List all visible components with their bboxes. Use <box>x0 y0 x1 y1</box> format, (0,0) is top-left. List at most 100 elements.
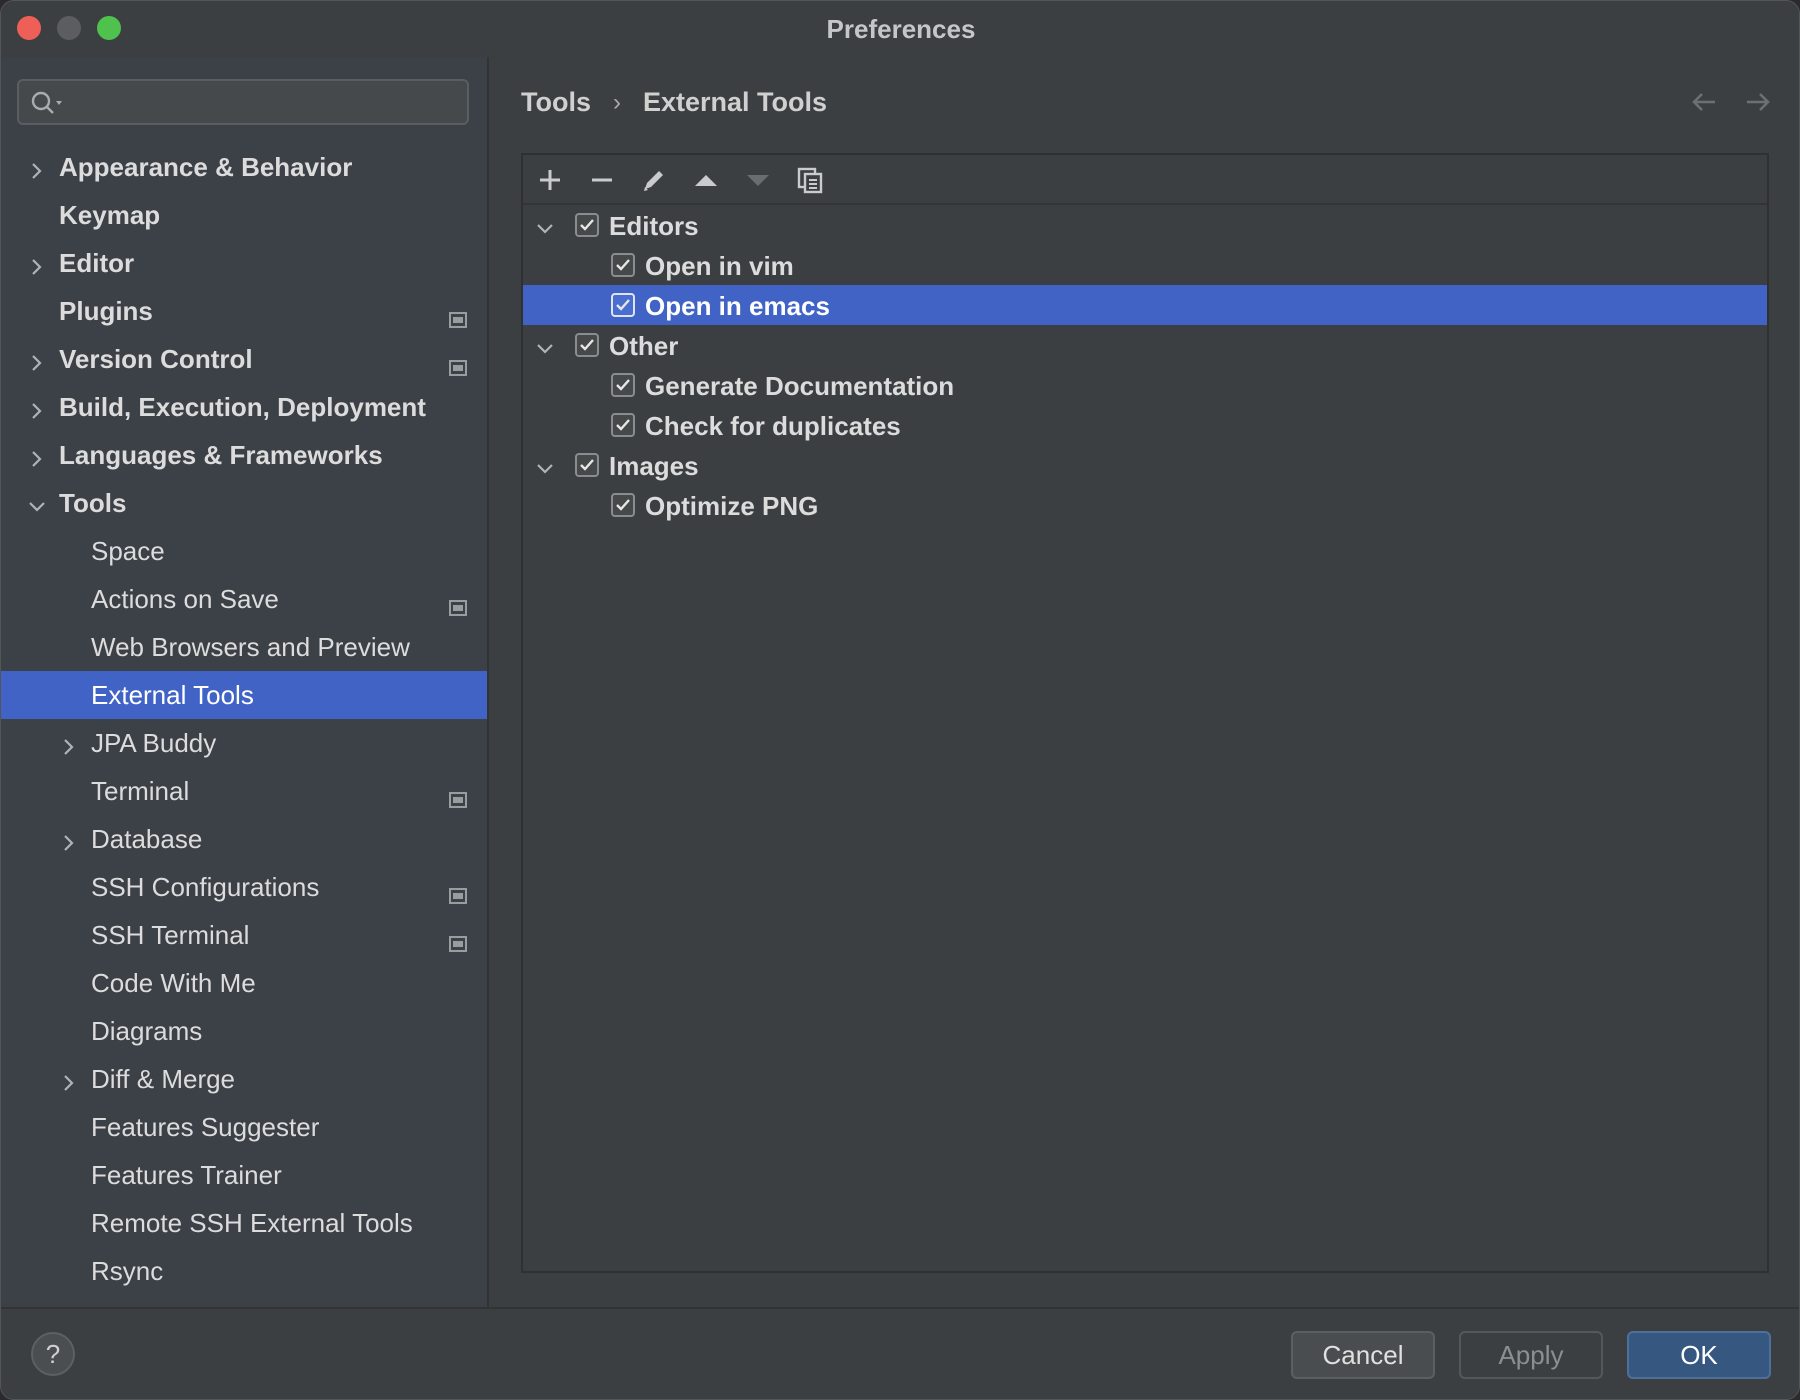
sidebar-item-ssh-configurations[interactable]: SSH Configurations <box>1 863 487 911</box>
forward-arrow-icon[interactable] <box>1743 87 1773 117</box>
settings-search[interactable] <box>17 79 469 125</box>
sidebar-item-label: External Tools <box>91 680 254 711</box>
sidebar-item-jpa-buddy[interactable]: JPA Buddy <box>1 719 487 767</box>
checkbox[interactable] <box>575 453 599 477</box>
maximize-window-button[interactable] <box>97 16 121 40</box>
main-content: Tools › External Tools <box>489 57 1800 1307</box>
sidebar-item-editor[interactable]: Editor <box>1 239 487 287</box>
chevron-right-icon[interactable] <box>59 1069 79 1089</box>
sidebar-item-features-suggester[interactable]: Features Suggester <box>1 1103 487 1151</box>
sidebar-item-label: Code With Me <box>91 968 256 999</box>
sidebar-item-rsync[interactable]: Rsync <box>1 1247 487 1295</box>
sidebar-item-keymap[interactable]: Keymap <box>1 191 487 239</box>
sidebar-item-diagrams[interactable]: Diagrams <box>1 1007 487 1055</box>
tree-item-label: Optimize PNG <box>645 491 818 522</box>
checkbox[interactable] <box>611 293 635 317</box>
sidebar-item-plugins[interactable]: Plugins <box>1 287 487 335</box>
search-input[interactable] <box>79 85 463 121</box>
chevron-right-icon[interactable] <box>27 157 47 177</box>
apply-button[interactable]: Apply <box>1459 1331 1603 1379</box>
breadcrumb-current: External Tools <box>643 87 827 118</box>
move-down-icon[interactable] <box>743 165 773 195</box>
chevron-down-icon[interactable] <box>27 493 47 513</box>
sidebar-item-external-tools[interactable]: External Tools <box>1 671 487 719</box>
chevron-down-icon[interactable] <box>535 335 555 355</box>
chevron-right-icon[interactable] <box>59 733 79 753</box>
checkbox[interactable] <box>611 493 635 517</box>
minimize-window-button[interactable] <box>57 16 81 40</box>
sidebar-item-label: Actions on Save <box>91 584 279 615</box>
chevron-right-icon[interactable] <box>27 253 47 273</box>
tree-item-open-in-vim[interactable]: Open in vim <box>523 245 1767 285</box>
tree-item-label: Images <box>609 451 699 482</box>
sidebar-item-label: JPA Buddy <box>91 728 216 759</box>
back-arrow-icon[interactable] <box>1689 87 1719 117</box>
cancel-button[interactable]: Cancel <box>1291 1331 1435 1379</box>
project-settings-icon <box>449 784 467 815</box>
checkbox[interactable] <box>611 373 635 397</box>
tree-group-editors[interactable]: Editors <box>523 205 1767 245</box>
tree-item-open-in-emacs[interactable]: Open in emacs <box>523 285 1767 325</box>
sidebar-item-build-execution-deployment[interactable]: Build, Execution, Deployment <box>1 383 487 431</box>
breadcrumb-parent[interactable]: Tools <box>521 87 591 118</box>
add-icon[interactable] <box>535 165 565 195</box>
sidebar-item-label: Terminal <box>91 776 189 807</box>
sidebar-item-ssh-terminal[interactable]: SSH Terminal <box>1 911 487 959</box>
edit-icon[interactable] <box>639 165 669 195</box>
chevron-right-icon[interactable] <box>27 397 47 417</box>
chevron-right-icon[interactable] <box>59 829 79 849</box>
sidebar-item-code-with-me[interactable]: Code With Me <box>1 959 487 1007</box>
tree-item-optimize-png[interactable]: Optimize PNG <box>523 485 1767 525</box>
sidebar-item-label: Diagrams <box>91 1016 202 1047</box>
sidebar-item-label: Features Trainer <box>91 1160 282 1191</box>
tree-item-label: Editors <box>609 211 699 242</box>
checkbox[interactable] <box>611 413 635 437</box>
sidebar-item-label: Build, Execution, Deployment <box>59 392 426 423</box>
copy-icon[interactable] <box>795 165 825 195</box>
project-settings-icon <box>449 352 467 383</box>
sidebar-item-remote-ssh-external-tools[interactable]: Remote SSH External Tools <box>1 1199 487 1247</box>
move-up-icon[interactable] <box>691 165 721 195</box>
sidebar-item-languages-and-frameworks[interactable]: Languages & Frameworks <box>1 431 487 479</box>
checkbox[interactable] <box>575 333 599 357</box>
tree-item-check-for-duplicates[interactable]: Check for duplicates <box>523 405 1767 445</box>
tree-item-label: Open in emacs <box>645 291 830 322</box>
sidebar-item-label: Web Browsers and Preview <box>91 632 410 663</box>
close-window-button[interactable] <box>17 16 41 40</box>
sidebar-item-label: Rsync <box>91 1256 163 1287</box>
help-button[interactable]: ? <box>31 1332 75 1376</box>
sidebar-item-version-control[interactable]: Version Control <box>1 335 487 383</box>
sidebar-item-appearance-and-behavior[interactable]: Appearance & Behavior <box>1 143 487 191</box>
chevron-right-icon[interactable] <box>27 445 47 465</box>
window-title: Preferences <box>827 14 976 45</box>
remove-icon[interactable] <box>587 165 617 195</box>
settings-sidebar: Appearance & Behavior Keymap Editor Plugins… <box>1 57 489 1307</box>
sidebar-item-terminal[interactable]: Terminal <box>1 767 487 815</box>
sidebar-item-space[interactable]: Space <box>1 527 487 575</box>
chevron-right-icon[interactable] <box>27 349 47 369</box>
ok-button[interactable]: OK <box>1627 1331 1771 1379</box>
project-settings-icon <box>449 928 467 959</box>
sidebar-item-diff-and-merge[interactable]: Diff & Merge <box>1 1055 487 1103</box>
sidebar-item-label: Features Suggester <box>91 1112 319 1143</box>
sidebar-item-database[interactable]: Database <box>1 815 487 863</box>
sidebar-item-web-browsers-and-preview[interactable]: Web Browsers and Preview <box>1 623 487 671</box>
tools-tree: EditorsOpen in vim Open in emacs OtherGene… <box>523 205 1767 525</box>
tree-item-generate-documentation[interactable]: Generate Documentation <box>523 365 1767 405</box>
tree-group-images[interactable]: Images <box>523 445 1767 485</box>
preferences-window: Preferences Appearance & Behavior Keymap E… <box>0 0 1800 1400</box>
tree-item-label: Other <box>609 331 678 362</box>
checkbox[interactable] <box>575 213 599 237</box>
checkbox[interactable] <box>611 253 635 277</box>
tree-group-other[interactable]: Other <box>523 325 1767 365</box>
sidebar-item-label: Diff & Merge <box>91 1064 235 1095</box>
sidebar-item-features-trainer[interactable]: Features Trainer <box>1 1151 487 1199</box>
chevron-down-icon[interactable] <box>535 455 555 475</box>
sidebar-item-label: SSH Configurations <box>91 872 319 903</box>
sidebar-item-label: Plugins <box>59 296 153 327</box>
sidebar-item-actions-on-save[interactable]: Actions on Save <box>1 575 487 623</box>
sidebar-item-label: Keymap <box>59 200 160 231</box>
chevron-down-icon[interactable] <box>535 215 555 235</box>
sidebar-item-tools[interactable]: Tools <box>1 479 487 527</box>
sidebar-item-label: Tools <box>59 488 126 519</box>
